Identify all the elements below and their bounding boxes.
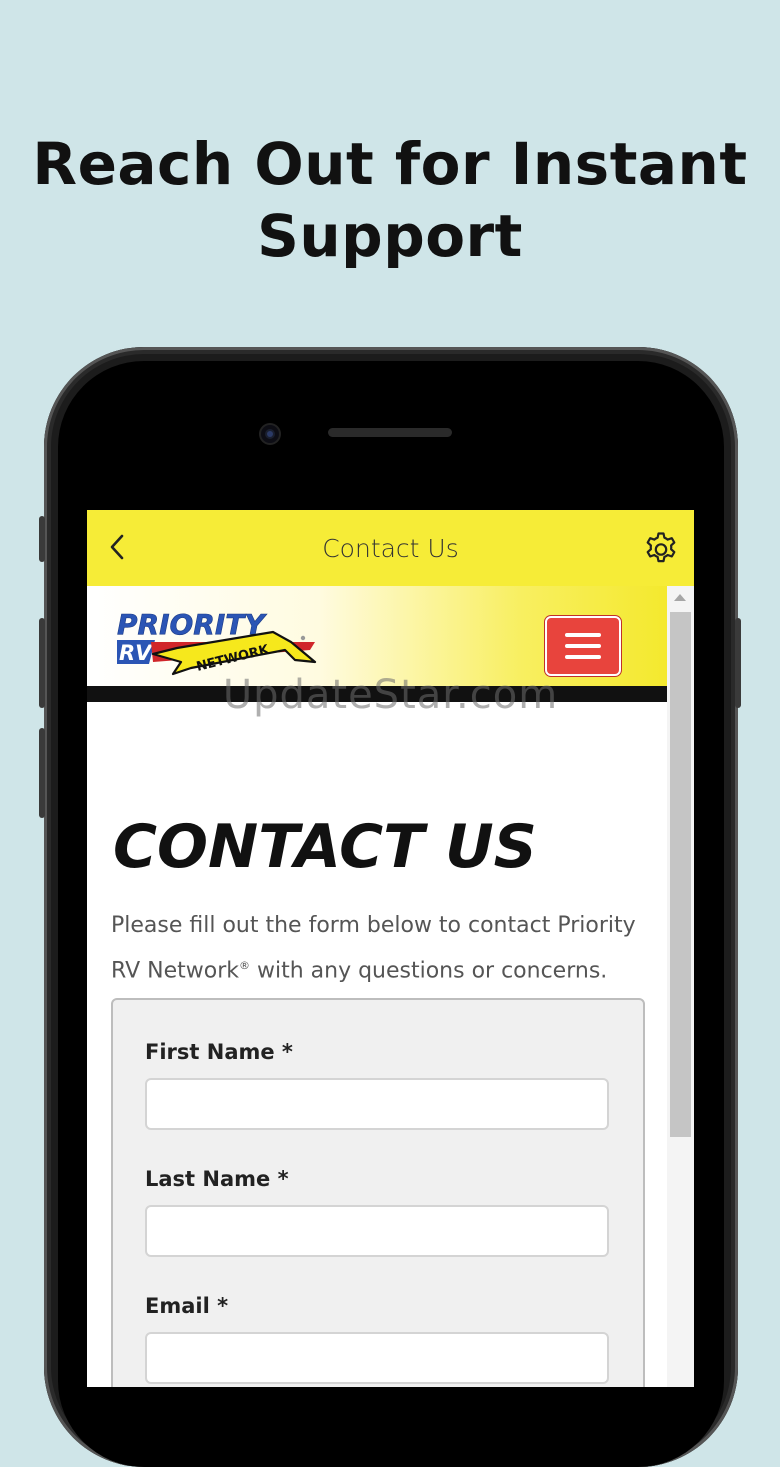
contact-description: Please fill out the form below to contac…	[111, 906, 641, 991]
first-name-label: First Name *	[145, 1040, 293, 1064]
page-title: CONTACT US	[113, 812, 537, 882]
priority-rv-network-logo[interactable]: PRIORITY RV NETWORK	[115, 602, 325, 682]
app-bar-title: Contact Us	[322, 533, 459, 563]
phone-mute-switch	[39, 516, 45, 562]
earpiece-speaker	[328, 428, 452, 437]
hamburger-icon-bar	[565, 633, 601, 637]
hamburger-icon-bar	[565, 655, 601, 659]
phone-volume-up	[39, 618, 45, 708]
scroll-up-arrow-icon[interactable]	[674, 594, 686, 601]
registered-mark: ®	[238, 959, 250, 972]
hamburger-menu-button[interactable]	[545, 616, 621, 676]
promo-headline-line1: Reach Out for Instant	[32, 130, 748, 198]
promo-headline: Reach Out for Instant Support	[0, 128, 780, 272]
phone-power-button	[735, 618, 741, 708]
watermark: UpdateStar.com	[222, 672, 559, 718]
email-label: Email *	[145, 1294, 229, 1318]
app-screen: Contact Us PRIORITY RV NETWORK CONTACT U…	[87, 510, 694, 1387]
contact-description-text-end: with any questions or concerns.	[249, 958, 608, 984]
site-header: PRIORITY RV NETWORK	[87, 586, 667, 686]
phone-volume-down	[39, 728, 45, 818]
chevron-left-icon[interactable]	[101, 530, 135, 564]
email-field[interactable]	[145, 1332, 609, 1384]
logo-rv-text: RV	[119, 641, 153, 665]
hamburger-icon-bar	[565, 644, 601, 648]
gear-icon[interactable]	[641, 528, 681, 568]
app-bar: Contact Us	[87, 510, 694, 586]
page-content: CONTACT US Please fill out the form belo…	[87, 702, 667, 1387]
contact-form: First Name * Last Name * Email *	[111, 998, 645, 1387]
promo-headline-line2: Support	[257, 202, 523, 270]
last-name-label: Last Name *	[145, 1167, 289, 1191]
last-name-field[interactable]	[145, 1205, 609, 1257]
front-camera	[261, 425, 279, 443]
first-name-field[interactable]	[145, 1078, 609, 1130]
